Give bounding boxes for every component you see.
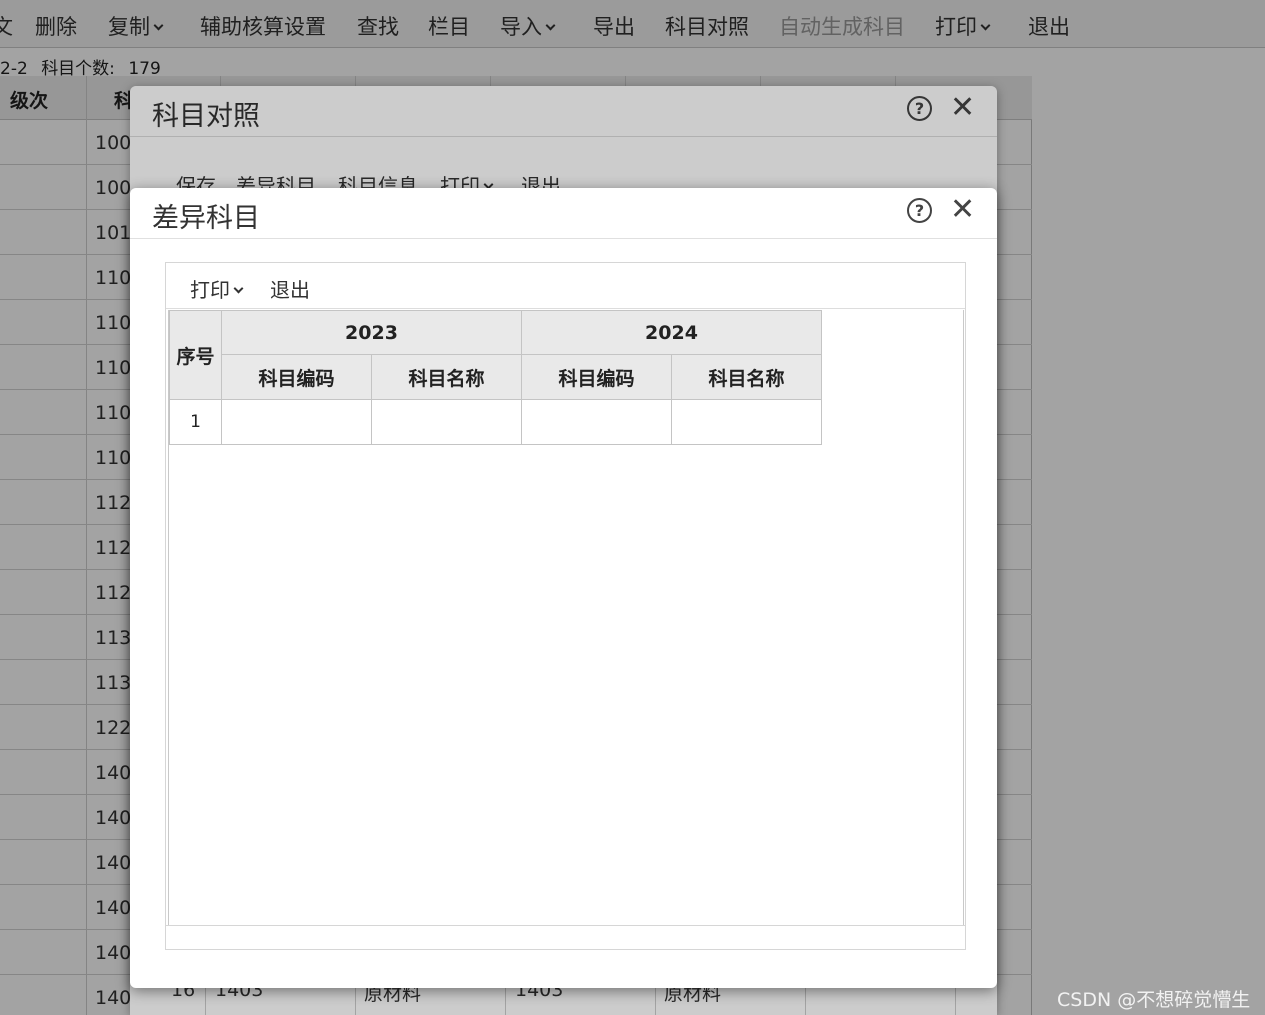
diff-subject-dialog: 差异科目 ? ✕ 打印 退出 序号 2023 2024 科目编码 科目名称 科目 [130,188,997,988]
diff-subject-table: 序号 2023 2024 科目编码 科目名称 科目编码 科目名称 1 [169,310,822,445]
table-row[interactable]: 1 [169,399,822,445]
row-seq: 1 [169,399,222,445]
print-label: 打印 [190,278,230,302]
print-menu-button[interactable]: 打印 [190,274,244,303]
code-2024-cell[interactable] [521,399,672,445]
column-header-name-2023[interactable]: 科目名称 [371,354,522,400]
diff-grid: 序号 2023 2024 科目编码 科目名称 科目编码 科目名称 1 [168,310,964,926]
watermark: CSDN @不想碎觉懵生 [1057,989,1251,1011]
chevron-down-icon [233,283,244,294]
name-2024-cell[interactable] [671,399,822,445]
column-group-2023: 2023 [221,310,522,355]
dialog-toolbar: 打印 退出 [166,263,965,309]
close-icon[interactable]: ✕ [950,192,975,228]
divider [130,238,997,239]
column-group-2024: 2024 [521,310,822,355]
dialog-title: 差异科目 [152,203,260,234]
column-header-code-2023[interactable]: 科目编码 [221,354,372,400]
column-header-code-2024[interactable]: 科目编码 [521,354,672,400]
help-icon[interactable]: ? [907,198,932,223]
code-2023-cell[interactable] [221,399,372,445]
column-header-name-2024[interactable]: 科目名称 [671,354,822,400]
exit-button[interactable]: 退出 [270,274,310,303]
name-2023-cell[interactable] [371,399,522,445]
diff-panel: 打印 退出 序号 2023 2024 科目编码 科目名称 科目编码 科目名称 1 [165,262,966,950]
panel-footer [166,925,965,950]
column-header-seq[interactable]: 序号 [169,310,222,400]
